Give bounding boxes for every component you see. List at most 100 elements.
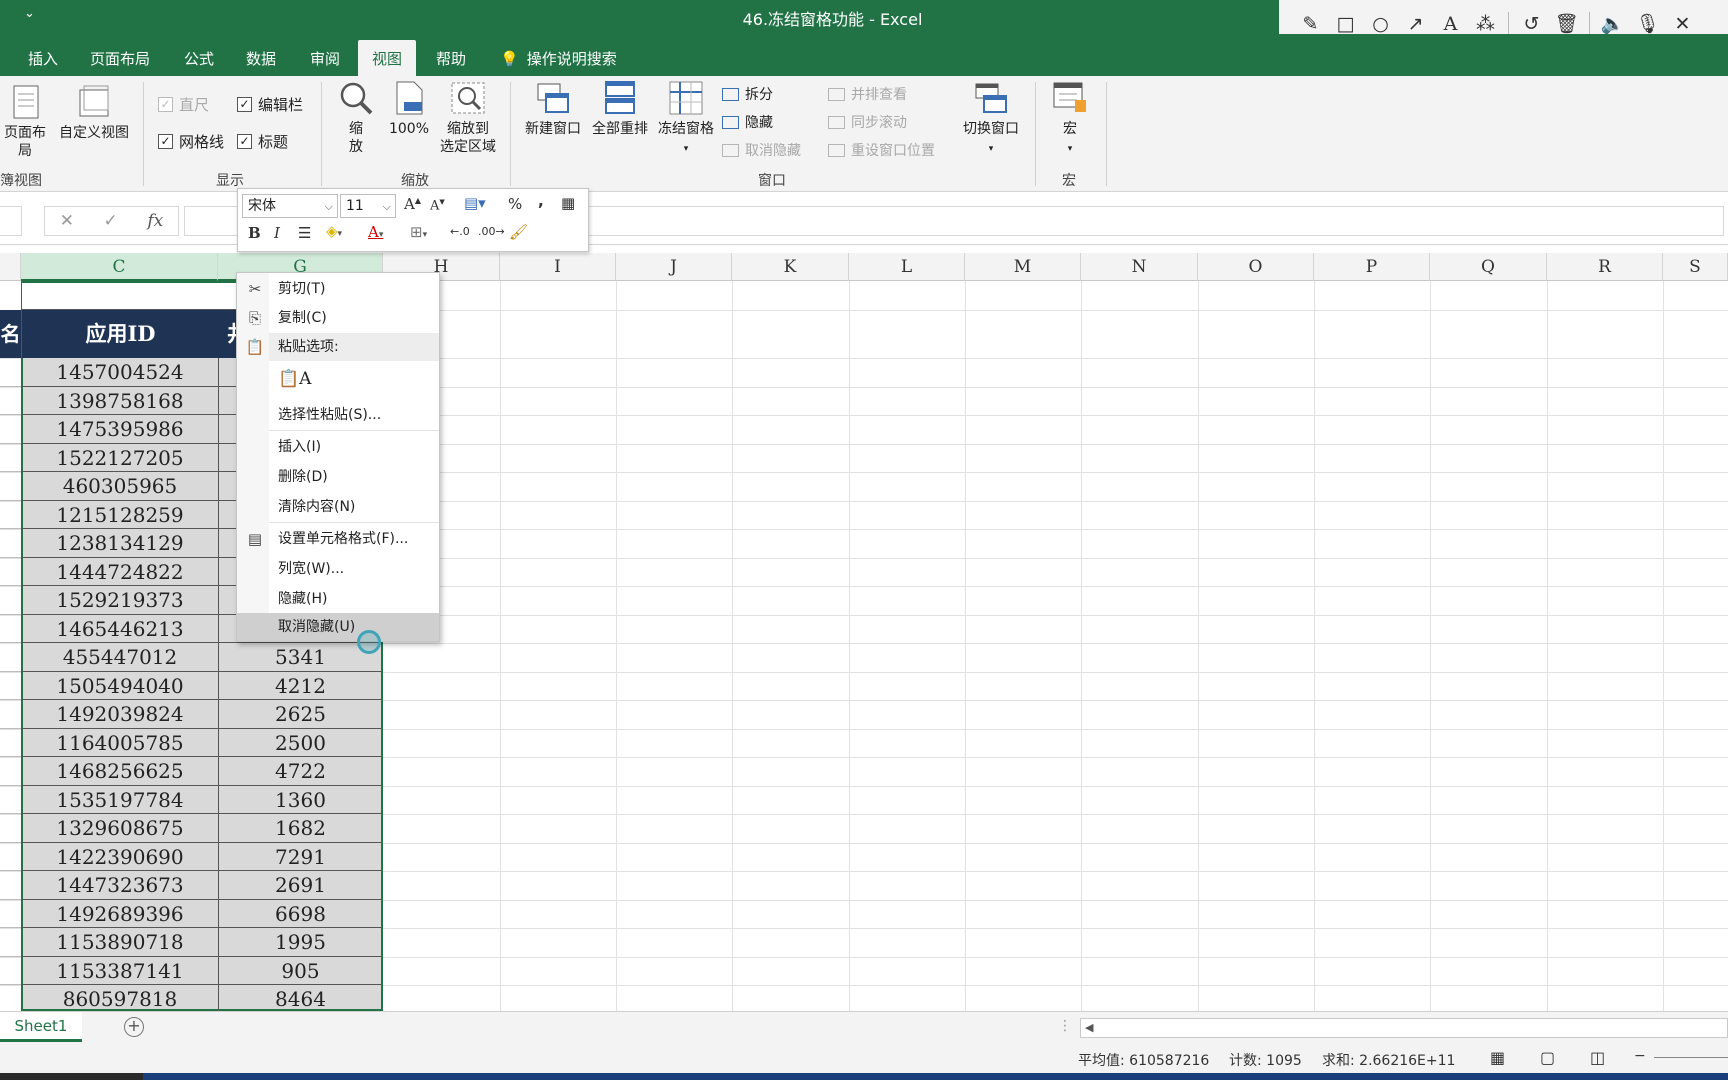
header-cell-name[interactable]: 名: [0, 310, 21, 358]
cancel-icon[interactable]: ✕: [60, 211, 74, 231]
table-cell-g[interactable]: 2691: [219, 871, 382, 900]
column-header-i[interactable]: I: [500, 253, 616, 281]
comma-icon[interactable]: ,: [538, 192, 544, 210]
zoom-button[interactable]: 缩 放: [336, 80, 376, 156]
column-header-o[interactable]: O: [1198, 253, 1314, 281]
menu-item-insert[interactable]: 插入(I): [237, 433, 439, 461]
table-cell-left[interactable]: [0, 786, 21, 814]
table-cell-app-id[interactable]: 860597818: [22, 985, 219, 1011]
tell-me-search[interactable]: 💡 操作说明搜索: [500, 48, 617, 69]
column-header-m[interactable]: M: [965, 253, 1081, 281]
table-cell-app-id[interactable]: 1329608675: [22, 814, 219, 843]
zoom-out-icon[interactable]: −: [1634, 1048, 1646, 1064]
menu-item-unhide[interactable]: 取消隐藏(U): [237, 613, 439, 641]
macros-button[interactable]: 宏 ▾: [1046, 80, 1094, 158]
ruler-checkbox[interactable]: ✓ 直尺: [158, 94, 209, 115]
menu-item-paste-special[interactable]: 选择性粘贴(S)...: [237, 401, 439, 429]
table-cell-app-id[interactable]: 1535197784: [22, 785, 219, 814]
table-cell-left[interactable]: [0, 501, 21, 529]
new-window-button[interactable]: 新建窗口: [520, 80, 586, 138]
add-sheet-icon[interactable]: +: [124, 1017, 144, 1037]
tab-review[interactable]: 审阅: [310, 48, 340, 69]
enter-icon[interactable]: ✓: [104, 211, 118, 231]
table-cell-left[interactable]: [0, 472, 21, 501]
table-cell-app-id[interactable]: 1529219373: [22, 586, 219, 615]
switch-windows-button[interactable]: 切换窗口 ▾: [958, 80, 1024, 158]
sheet-tab-sheet1[interactable]: Sheet1: [0, 1012, 82, 1042]
menu-item-clear-contents[interactable]: 清除内容(N): [237, 493, 439, 521]
table-cell-left[interactable]: [0, 757, 21, 786]
table-cell-g[interactable]: 4722: [219, 757, 382, 786]
normal-view-icon[interactable]: ▦: [1490, 1048, 1505, 1067]
tab-split-handle[interactable]: ⋮: [1058, 1018, 1072, 1034]
table-cell-app-id[interactable]: 1164005785: [22, 728, 219, 757]
page-layout-view-button[interactable]: 页面布局: [0, 84, 50, 160]
table-cell-app-id[interactable]: 1447323673: [22, 871, 219, 900]
column-header-k[interactable]: K: [732, 253, 849, 281]
table-cell-left[interactable]: [0, 814, 21, 843]
table-cell-app-id[interactable]: 1153890718: [22, 928, 219, 957]
table-cell-left[interactable]: [0, 900, 21, 928]
custom-view-button[interactable]: 自定义视图: [54, 84, 134, 142]
zoom-slider[interactable]: [1654, 1057, 1728, 1058]
table-cell-app-id[interactable]: 1444724822: [22, 557, 219, 586]
percent-icon[interactable]: %: [508, 195, 522, 213]
table-cell-g[interactable]: 1995: [219, 928, 382, 957]
table-cell-app-id[interactable]: 1475395986: [22, 415, 219, 444]
table-cell-app-id[interactable]: 1492039824: [22, 700, 219, 729]
zoom-100-button[interactable]: 100%: [386, 80, 432, 138]
header-cell-app-id[interactable]: 应用ID: [22, 310, 219, 358]
column-header-q[interactable]: Q: [1430, 253, 1547, 281]
reset-window-position-button[interactable]: 重设窗口位置: [828, 140, 935, 160]
table-cell-g[interactable]: 4212: [219, 672, 382, 700]
menu-item-copy[interactable]: ⎘ 复制(C): [237, 304, 439, 332]
font-color-icon[interactable]: A▾: [368, 223, 383, 241]
table-cell-left[interactable]: [0, 700, 21, 729]
table-cell-left[interactable]: [0, 985, 21, 1011]
font-name-select[interactable]: 宋体 ⌵: [242, 194, 338, 218]
table-cell-app-id[interactable]: 455447012: [22, 643, 219, 672]
increase-decimal-icon[interactable]: ←.0: [450, 225, 470, 238]
table-cell-g[interactable]: 2500: [219, 729, 382, 757]
arrange-all-button[interactable]: 全部重排: [588, 80, 652, 138]
column-header-s[interactable]: S: [1663, 253, 1728, 281]
table-cell-app-id[interactable]: 1238134129: [22, 529, 219, 558]
table-cell-left[interactable]: [0, 729, 21, 757]
font-size-select[interactable]: 11 ⌵: [340, 194, 396, 218]
table-cell-left[interactable]: [0, 928, 21, 957]
column-header-p[interactable]: P: [1314, 253, 1430, 281]
align-center-icon[interactable]: ☰: [298, 224, 311, 242]
sync-scroll-button[interactable]: 同步滚动: [828, 112, 907, 132]
split-button[interactable]: 拆分: [722, 84, 773, 104]
name-box[interactable]: [0, 206, 22, 236]
column-header-n[interactable]: N: [1081, 253, 1198, 281]
tab-help[interactable]: 帮助: [436, 48, 466, 69]
freeze-panes-button[interactable]: 冻结窗格 ▾: [654, 80, 718, 158]
table-cell-left[interactable]: [0, 871, 21, 900]
table-cell-app-id[interactable]: 1422390690: [22, 842, 219, 871]
table-cell-left[interactable]: [0, 672, 21, 700]
hide-window-button[interactable]: 隐藏: [722, 112, 773, 132]
page-break-view-icon[interactable]: ◫: [1590, 1048, 1605, 1067]
tab-data[interactable]: 数据: [246, 48, 276, 69]
table-cell-left[interactable]: [0, 643, 21, 672]
format-painter-icon[interactable]: 🖌: [509, 223, 528, 241]
unhide-window-button[interactable]: 取消隐藏: [722, 140, 801, 160]
headings-checkbox[interactable]: ✓ 标题: [237, 131, 288, 152]
table-cell-g[interactable]: 1682: [219, 814, 382, 843]
insert-function-icon[interactable]: fx: [147, 211, 163, 231]
select-all-corner[interactable]: [0, 253, 21, 281]
table-cell-left[interactable]: [0, 586, 21, 615]
table-cell-app-id[interactable]: 460305965: [22, 472, 219, 501]
table-cell-left[interactable]: [0, 843, 21, 871]
table-cell-left[interactable]: [0, 957, 21, 985]
gridlines-checkbox[interactable]: ✓ 网格线: [158, 131, 224, 152]
page-layout-view-icon[interactable]: ▢: [1540, 1048, 1555, 1067]
table-cell-app-id[interactable]: 1398758168: [22, 386, 219, 415]
table-cell-app-id[interactable]: 1468256625: [22, 757, 219, 786]
column-header-l[interactable]: L: [849, 253, 965, 281]
table-cell-app-id[interactable]: 1505494040: [22, 671, 219, 700]
table-cell-left[interactable]: [0, 387, 21, 415]
format-table-icon[interactable]: ▦: [561, 194, 575, 212]
menu-item-column-width[interactable]: 列宽(W)...: [237, 555, 439, 583]
